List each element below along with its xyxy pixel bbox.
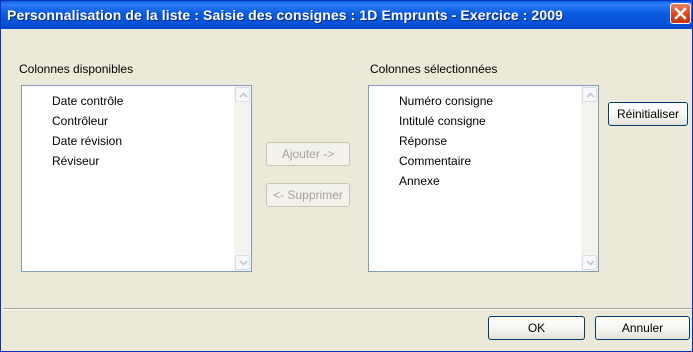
dialog-content: Colonnes disponibles Date contrôle Contr… <box>3 29 692 308</box>
scroll-down-arrow-icon <box>239 260 248 266</box>
close-icon <box>674 7 687 20</box>
scroll-up-arrow-icon <box>586 92 595 98</box>
remove-button[interactable]: <- Supprimer <box>266 183 350 207</box>
list-item[interactable]: Commentaire <box>399 151 493 171</box>
list-item[interactable]: Annexe <box>399 171 493 191</box>
dialog-window: Personnalisation de la liste : Saisie de… <box>0 0 693 352</box>
vertical-scrollbar[interactable] <box>581 86 598 271</box>
selected-items: Numéro consigne Intitulé consigne Répons… <box>399 91 493 191</box>
scroll-up-button[interactable] <box>582 87 597 102</box>
list-item[interactable]: Réponse <box>399 131 493 151</box>
available-items: Date contrôle Contrôleur Date révision R… <box>52 91 123 171</box>
vertical-scrollbar[interactable] <box>234 86 251 271</box>
close-button[interactable] <box>670 3 691 24</box>
scroll-up-arrow-icon <box>239 92 248 98</box>
add-button[interactable]: Ajouter -> <box>266 142 350 166</box>
list-item[interactable]: Contrôleur <box>52 111 123 131</box>
scroll-up-button[interactable] <box>235 87 250 102</box>
list-item[interactable]: Date contrôle <box>52 91 123 111</box>
list-item[interactable]: Réviseur <box>52 151 123 171</box>
cancel-button[interactable]: Annuler <box>595 316 690 340</box>
available-columns-label: Colonnes disponibles <box>19 62 134 76</box>
scroll-down-button[interactable] <box>582 255 597 270</box>
dialog-footer: OK Annuler <box>3 310 692 351</box>
list-item[interactable]: Intitulé consigne <box>399 111 493 131</box>
list-item[interactable]: Numéro consigne <box>399 91 493 111</box>
title-bar[interactable]: Personnalisation de la liste : Saisie de… <box>1 1 692 29</box>
scroll-down-arrow-icon <box>586 260 595 266</box>
available-columns-list[interactable]: Date contrôle Contrôleur Date révision R… <box>21 85 252 272</box>
reset-button[interactable]: Réinitialiser <box>608 102 688 126</box>
list-item[interactable]: Date révision <box>52 131 123 151</box>
selected-columns-list[interactable]: Numéro consigne Intitulé consigne Répons… <box>368 85 599 272</box>
scroll-down-button[interactable] <box>235 255 250 270</box>
selected-columns-label: Colonnes sélectionnées <box>370 62 498 76</box>
window-title: Personnalisation de la liste : Saisie de… <box>7 7 564 23</box>
ok-button[interactable]: OK <box>488 316 585 340</box>
